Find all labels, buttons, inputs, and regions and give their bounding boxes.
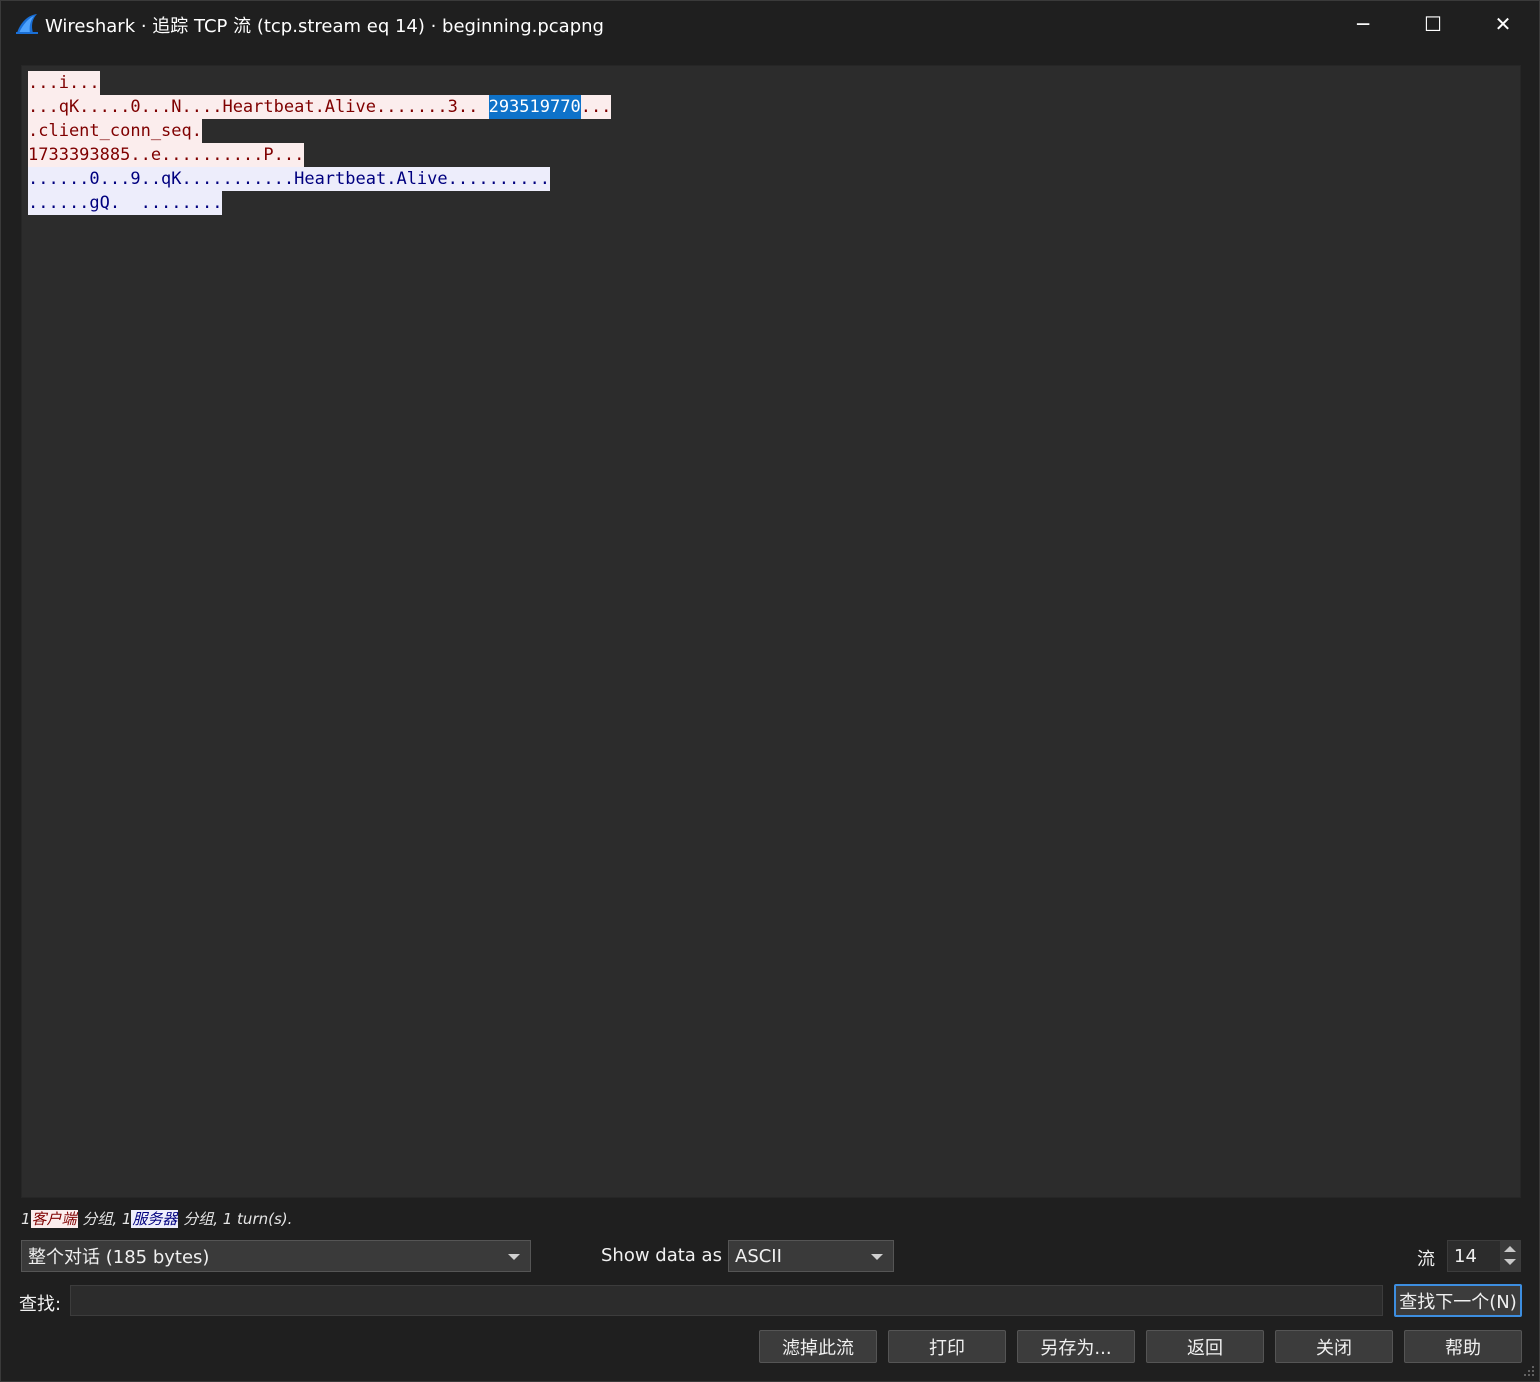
stream-line: ...qK.....0...N....Heartbeat.Alive......… [28, 95, 1520, 119]
maximize-icon: ☐ [1424, 12, 1442, 36]
resize-grip-icon[interactable] [1523, 1365, 1535, 1377]
client-data: .client_conn_seq. [28, 119, 202, 143]
stream-line: ......gQ. ........ [28, 191, 1520, 215]
stream-line: .client_conn_seq. [28, 119, 1520, 143]
client-data: ...qK.....0...N....Heartbeat.Alive......… [28, 95, 489, 119]
client-data: ...i... [28, 71, 100, 95]
spin-buttons[interactable] [1500, 1241, 1520, 1271]
window-title: Wireshark · 追踪 TCP 流 (tcp.stream eq 14) … [45, 16, 604, 37]
client-packet-count: 1 [21, 1210, 31, 1228]
save-as-button[interactable]: 另存为... [1017, 1330, 1135, 1363]
minimize-button[interactable]: ─ [1328, 1, 1398, 47]
show-data-select[interactable]: ASCII [728, 1240, 894, 1272]
chevron-down-icon [508, 1254, 520, 1260]
client-suffix: 分组, [77, 1210, 118, 1228]
spin-down-icon[interactable] [1504, 1259, 1516, 1265]
filter-out-button[interactable]: 滤掉此流 [759, 1330, 877, 1363]
find-input[interactable] [70, 1285, 1383, 1316]
stream-stats: 1客户端 分组, 1服务器 分组, 1 turn(s). [21, 1208, 292, 1229]
wireshark-fin-icon [16, 14, 38, 34]
client-data: 1733393885..e..........P... [28, 143, 305, 167]
close-window-button[interactable]: ✕ [1468, 1, 1538, 47]
stream-line: 1733393885..e..........P... [28, 143, 1520, 167]
back-button[interactable]: 返回 [1146, 1330, 1264, 1363]
follow-tcp-stream-window: Wireshark · 追踪 TCP 流 (tcp.stream eq 14) … [0, 0, 1540, 1382]
stream-line: ...i... [28, 71, 1520, 95]
minimize-icon: ─ [1356, 12, 1370, 36]
stream-number-label: 流 [1417, 1249, 1435, 1270]
close-button[interactable]: 关闭 [1275, 1330, 1393, 1363]
client-tag: 客户端 [30, 1210, 78, 1228]
conversation-value: 整个对话 (185 bytes) [28, 1247, 210, 1268]
find-next-button[interactable]: 查找下一个(N) [1394, 1284, 1522, 1317]
client-data: ... [580, 95, 612, 119]
server-data: ......0...9..qK...........Heartbeat.Aliv… [28, 167, 550, 191]
help-button[interactable]: 帮助 [1404, 1330, 1522, 1363]
selected-text: 293519770 [488, 95, 581, 119]
server-data: ......gQ. ........ [28, 191, 223, 215]
find-label: 查找: [19, 1294, 62, 1315]
stream-number-value: 14 [1454, 1245, 1477, 1267]
show-data-value: ASCII [735, 1245, 782, 1267]
server-packet-count: 1 [117, 1210, 132, 1228]
stream-number-spinbox[interactable]: 14 [1447, 1240, 1521, 1272]
spin-up-icon[interactable] [1504, 1246, 1516, 1252]
server-suffix: 分组, 1 turn(s). [178, 1210, 293, 1228]
conversation-select[interactable]: 整个对话 (185 bytes) [21, 1240, 531, 1272]
show-data-label: Show data as [601, 1245, 722, 1266]
stream-content[interactable]: ...i... ...qK.....0...N....Heartbeat.Aliv… [21, 65, 1521, 1198]
print-button[interactable]: 打印 [888, 1330, 1006, 1363]
server-tag: 服务器 [131, 1210, 179, 1228]
close-icon: ✕ [1494, 12, 1512, 36]
chevron-down-icon [871, 1254, 883, 1260]
title-bar[interactable]: Wireshark · 追踪 TCP 流 (tcp.stream eq 14) … [1, 1, 1540, 47]
stream-line: ......0...9..qK...........Heartbeat.Aliv… [28, 167, 1520, 191]
maximize-button[interactable]: ☐ [1398, 1, 1468, 47]
